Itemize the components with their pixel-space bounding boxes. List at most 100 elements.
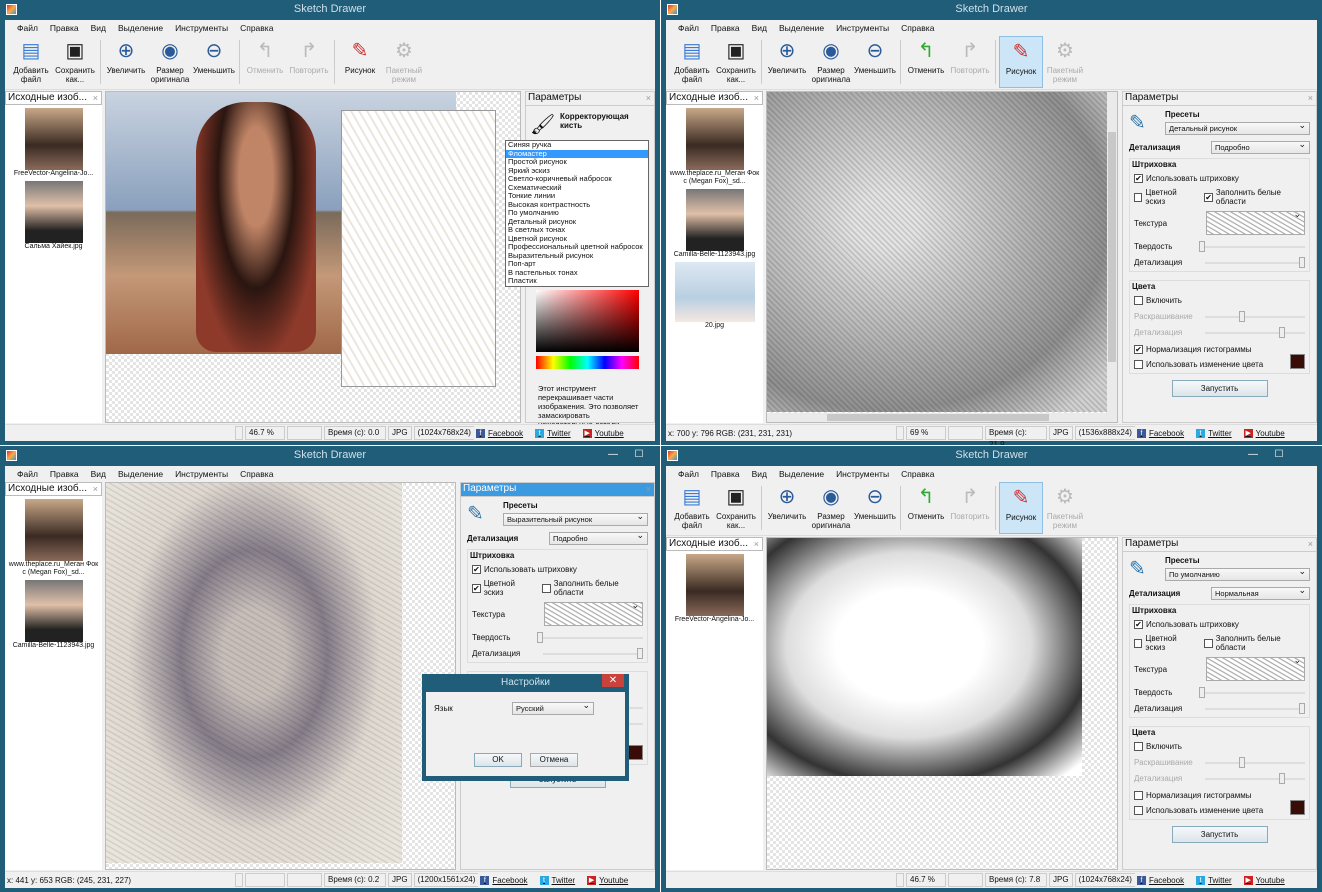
normalize-histogram-checkbox[interactable]: Нормализация гистограммы bbox=[1134, 791, 1305, 800]
horizontal-scrollbar[interactable] bbox=[767, 413, 1109, 422]
detail-select[interactable]: Нормальная bbox=[1211, 585, 1310, 600]
cancel-button[interactable]: Отмена bbox=[530, 753, 578, 767]
toolbar-button-zoom-original[interactable]: ◉ Размер оригинала bbox=[809, 482, 853, 534]
preset-select[interactable]: По умолчанию bbox=[1165, 566, 1310, 581]
menu-item[interactable]: Выделение bbox=[779, 23, 824, 33]
toolbar-button-batch-gear[interactable]: ⚙ Пакетный режим bbox=[382, 36, 426, 88]
toolbar-button-redo[interactable]: ↱ Повторить bbox=[948, 36, 992, 88]
preset-option[interactable]: Пластик bbox=[506, 276, 648, 286]
detail-select[interactable]: Подробно bbox=[549, 530, 648, 545]
menu-item[interactable]: Правка bbox=[711, 469, 740, 479]
close-panel-icon[interactable]: × bbox=[1308, 92, 1313, 104]
fill-white-checkbox[interactable]: ✔ Заполнить белые области bbox=[1204, 188, 1305, 206]
ok-button[interactable]: OK bbox=[474, 753, 522, 767]
color-change-checkbox[interactable]: Использовать изменение цвета bbox=[1134, 805, 1263, 815]
color-detail-thumb[interactable] bbox=[1279, 326, 1285, 338]
menu-item[interactable]: Справка bbox=[240, 23, 273, 33]
file-thumbnail-item[interactable]: FreeVector-Angelina-Jo... bbox=[5, 108, 102, 178]
texture-select[interactable] bbox=[1206, 209, 1305, 235]
menu-item[interactable]: Инструменты bbox=[175, 23, 228, 33]
link-twitter[interactable]: t Twitter bbox=[1196, 875, 1232, 885]
hardness-thumb[interactable] bbox=[1199, 240, 1205, 252]
hue-slider[interactable] bbox=[536, 356, 639, 369]
link-facebook[interactable]: f Facebook bbox=[475, 428, 523, 438]
toolbar-button-redo[interactable]: ↱ Повторить bbox=[948, 482, 992, 534]
toolbar-button-zoom-in[interactable]: ⊕ Увеличить bbox=[765, 36, 809, 88]
menu-item[interactable]: Правка bbox=[711, 23, 740, 33]
enable-colors-checkbox-box[interactable] bbox=[1134, 296, 1143, 305]
menu-item[interactable]: Инструменты bbox=[175, 469, 228, 479]
color-detail-slider[interactable] bbox=[1205, 326, 1305, 338]
menu-item[interactable]: Файл bbox=[678, 469, 699, 479]
hardness-slider[interactable] bbox=[1199, 240, 1305, 252]
file-thumbnail-item[interactable]: www.theplace.ru_Меган Фокс (Megan Fox)_s… bbox=[5, 499, 102, 577]
close-panel-icon[interactable]: × bbox=[93, 483, 98, 495]
link-youtube[interactable]: ▶ Youtube bbox=[582, 428, 624, 438]
menu-item[interactable]: Правка bbox=[50, 469, 79, 479]
menu-item[interactable]: Вид bbox=[91, 469, 106, 479]
menu-item[interactable]: Справка bbox=[901, 23, 934, 33]
use-hatching-checkbox[interactable]: ✔ Использовать штриховку bbox=[1134, 174, 1305, 183]
menu-item[interactable]: Справка bbox=[240, 469, 273, 479]
color-sketch-checkbox[interactable]: Цветной эскиз bbox=[1134, 634, 1194, 652]
toolbar-button-zoom-out[interactable]: ⊖ Уменьшить bbox=[192, 36, 236, 88]
toolbar-button-zoom-out[interactable]: ⊖ Уменьшить bbox=[853, 482, 897, 534]
color-sketch-checkbox-box[interactable] bbox=[1134, 638, 1143, 648]
link-twitter[interactable]: t Twitter bbox=[1196, 428, 1232, 438]
color-gradient-picker[interactable] bbox=[536, 290, 639, 352]
language-select[interactable]: Русский bbox=[512, 700, 594, 715]
toolbar-button-save[interactable]: ▣ Сохранить как... bbox=[53, 36, 97, 88]
use-hatching-checkbox-box[interactable]: ✔ bbox=[1134, 174, 1143, 183]
coloring-slider[interactable] bbox=[1205, 310, 1305, 322]
minimize-button[interactable]: — bbox=[1240, 446, 1266, 464]
file-thumbnail-item[interactable]: Camilla-Belle-1123943.jpg bbox=[666, 189, 763, 259]
toolbar-button-undo[interactable]: ↰ Отменить bbox=[904, 36, 948, 88]
close-panel-icon[interactable]: × bbox=[754, 92, 759, 104]
color-sketch-checkbox-box[interactable] bbox=[1134, 192, 1143, 202]
toolbar-button-sketch[interactable]: ✎ Рисунок bbox=[999, 36, 1043, 88]
fill-white-checkbox-box[interactable] bbox=[542, 583, 551, 593]
preset-select[interactable]: Выразительный рисунок bbox=[503, 511, 648, 526]
texture-select[interactable] bbox=[544, 600, 643, 626]
detail-select[interactable]: Подробно bbox=[1211, 139, 1310, 154]
link-twitter[interactable]: t Twitter bbox=[535, 428, 571, 438]
color-swatch[interactable] bbox=[1290, 800, 1305, 815]
link-facebook[interactable]: f Facebook bbox=[1136, 428, 1184, 438]
toolbar-button-zoom-in[interactable]: ⊕ Увеличить bbox=[765, 482, 809, 534]
menu-item[interactable]: Файл bbox=[17, 469, 38, 479]
toolbar-button-zoom-out[interactable]: ⊖ Уменьшить bbox=[853, 36, 897, 88]
run-button[interactable]: Запустить bbox=[1171, 380, 1268, 397]
menu-item[interactable]: Вид bbox=[752, 469, 767, 479]
hatching-detail-slider[interactable] bbox=[1205, 702, 1305, 714]
minimize-button[interactable]: — bbox=[600, 446, 626, 464]
color-change-checkbox-box[interactable] bbox=[1134, 805, 1143, 815]
toolbar-button-zoom-in[interactable]: ⊕ Увеличить bbox=[104, 36, 148, 88]
fill-white-checkbox[interactable]: Заполнить белые области bbox=[542, 579, 643, 597]
hatching-detail-slider[interactable] bbox=[543, 647, 643, 659]
hatching-detail-thumb[interactable] bbox=[1299, 702, 1305, 714]
texture-select[interactable] bbox=[1206, 655, 1305, 681]
close-button[interactable]: ✕ bbox=[602, 674, 624, 687]
link-facebook[interactable]: f Facebook bbox=[480, 875, 528, 885]
menu-item[interactable]: Инструменты bbox=[836, 23, 889, 33]
link-youtube[interactable]: ▶ Youtube bbox=[587, 875, 628, 885]
use-hatching-checkbox[interactable]: ✔ Использовать штриховку bbox=[1134, 620, 1305, 629]
run-button[interactable]: Запустить bbox=[1171, 826, 1268, 843]
hatching-detail-thumb[interactable] bbox=[637, 647, 643, 659]
file-thumbnail-item[interactable]: Сальма Хайек.jpg bbox=[5, 181, 102, 251]
close-panel-icon[interactable]: × bbox=[93, 92, 98, 104]
hatching-detail-thumb[interactable] bbox=[1299, 256, 1305, 268]
toolbar-button-add-file[interactable]: ▤ Добавить файл bbox=[670, 36, 714, 88]
link-youtube[interactable]: ▶ Youtube bbox=[1243, 875, 1285, 885]
toolbar-button-save[interactable]: ▣ Сохранить как... bbox=[714, 482, 758, 534]
fill-white-checkbox-box[interactable] bbox=[1204, 638, 1213, 648]
menu-item[interactable]: Выделение bbox=[118, 23, 163, 33]
fill-white-checkbox[interactable]: Заполнить белые области bbox=[1204, 634, 1305, 652]
menu-item[interactable]: Выделение bbox=[779, 469, 824, 479]
toolbar-button-zoom-original[interactable]: ◉ Размер оригинала bbox=[148, 36, 192, 88]
image-canvas[interactable] bbox=[766, 537, 1118, 870]
coloring-thumb[interactable] bbox=[1239, 310, 1245, 322]
menu-item[interactable]: Инструменты bbox=[836, 469, 889, 479]
toolbar-button-add-file[interactable]: ▤ Добавить файл bbox=[670, 482, 714, 534]
preset-select[interactable]: Детальный рисунок bbox=[1165, 120, 1310, 135]
